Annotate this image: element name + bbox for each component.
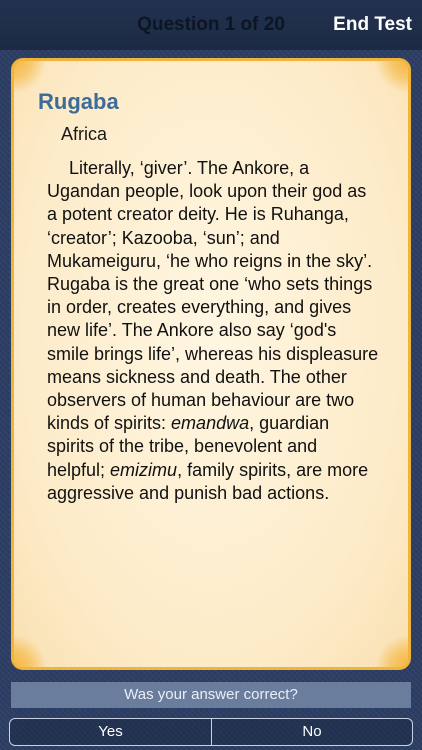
end-test-button[interactable]: End Test bbox=[333, 14, 412, 36]
deity-region: Africa bbox=[61, 124, 108, 144]
correct-answer-question: Was your answer correct? bbox=[11, 682, 411, 708]
description-term-emizimu: emizimu bbox=[110, 459, 178, 480]
deity-description: Literally, ‘giver’. The Ankore, a Uganda… bbox=[47, 157, 379, 505]
deity-name: Rugaba bbox=[38, 89, 119, 114]
card-corner-decoration bbox=[376, 61, 408, 93]
description-term-emandwa: emandwa bbox=[171, 413, 250, 434]
card-corner-decoration bbox=[14, 61, 46, 93]
answer-card: Rugaba Africa Literally, ‘giver’. The An… bbox=[11, 58, 411, 670]
no-button[interactable]: No bbox=[211, 718, 413, 746]
card-corner-decoration bbox=[14, 635, 46, 667]
card-corner-decoration bbox=[376, 635, 408, 667]
description-text: Literally, ‘giver’. The Ankore, a Uganda… bbox=[47, 158, 379, 434]
top-bar: Question 1 of 20 End Test bbox=[0, 0, 422, 50]
yes-button[interactable]: Yes bbox=[9, 718, 212, 746]
